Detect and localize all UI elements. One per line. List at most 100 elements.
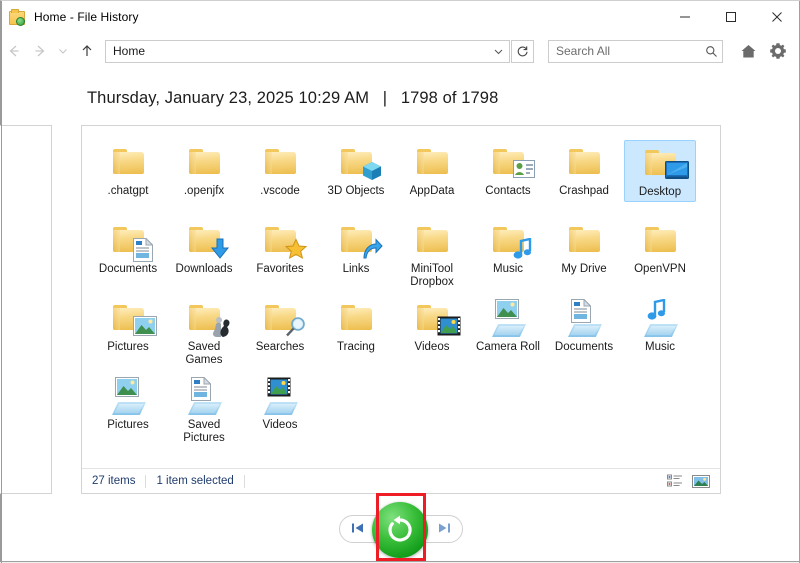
version-timestamp: Thursday, January 23, 2025 10:29 AM bbox=[87, 89, 369, 107]
file-item-inner[interactable]: .vscode bbox=[244, 140, 316, 200]
folder-icon bbox=[636, 221, 684, 261]
status-divider-2 bbox=[244, 475, 245, 488]
large-icons-view-icon[interactable] bbox=[688, 471, 714, 491]
file-item-inner[interactable]: Videos bbox=[244, 374, 316, 434]
file-item[interactable]: Searches bbox=[242, 292, 318, 370]
file-item-inner[interactable]: Favorites bbox=[244, 218, 316, 278]
status-divider bbox=[145, 475, 146, 488]
file-item-inner[interactable]: Crashpad bbox=[548, 140, 620, 200]
file-item-label: Saved Pictures bbox=[172, 419, 236, 445]
address-bar[interactable]: Home bbox=[105, 40, 510, 63]
file-item[interactable]: OpenVPN bbox=[622, 214, 698, 292]
file-item[interactable]: Music bbox=[470, 214, 546, 292]
details-view-icon[interactable] bbox=[662, 471, 688, 491]
file-item[interactable]: Pictures bbox=[90, 292, 166, 370]
file-item-inner[interactable]: Documents bbox=[92, 218, 164, 278]
file-item[interactable]: Favorites bbox=[242, 214, 318, 292]
back-arrow-icon[interactable] bbox=[1, 38, 27, 64]
file-item[interactable]: Downloads bbox=[166, 214, 242, 292]
forward-arrow-icon[interactable] bbox=[27, 38, 53, 64]
emblem-download-icon bbox=[209, 238, 229, 257]
file-item-inner[interactable]: Camera Roll bbox=[472, 296, 544, 356]
file-history-window: Home - File History Home bbox=[0, 0, 800, 562]
file-item[interactable]: AppData bbox=[394, 136, 470, 214]
folder-icon bbox=[484, 221, 532, 261]
address-chevron-down-icon[interactable] bbox=[487, 41, 509, 62]
file-item[interactable]: Documents bbox=[90, 214, 166, 292]
previous-version-icon[interactable] bbox=[350, 521, 366, 537]
search-box[interactable]: Search All bbox=[548, 40, 723, 63]
file-item[interactable]: Music bbox=[622, 292, 698, 370]
file-item-selected[interactable]: Desktop bbox=[624, 140, 696, 202]
minimize-button[interactable] bbox=[662, 1, 708, 33]
search-icon[interactable] bbox=[700, 45, 722, 58]
file-item-inner[interactable]: Links bbox=[320, 218, 392, 278]
file-item-inner[interactable]: .openjfx bbox=[168, 140, 240, 200]
item-count-label: 27 items bbox=[92, 475, 135, 487]
file-item-label: Searches bbox=[256, 341, 305, 354]
file-item-inner[interactable]: Downloads bbox=[168, 218, 240, 278]
file-item[interactable]: Videos bbox=[394, 292, 470, 370]
close-button[interactable] bbox=[754, 1, 800, 33]
file-item-label: Contacts bbox=[485, 185, 530, 198]
file-item[interactable]: 3D Objects bbox=[318, 136, 394, 214]
folder-icon bbox=[408, 299, 456, 339]
folder-icon bbox=[332, 143, 380, 183]
file-icon-grid[interactable]: .chatgpt.openjfx .vscode 3D Objects AppData… bbox=[82, 126, 720, 468]
file-item[interactable]: Camera Roll bbox=[470, 292, 546, 370]
file-item-inner[interactable]: Tracing bbox=[320, 296, 392, 356]
file-item-inner[interactable]: .chatgpt bbox=[92, 140, 164, 200]
toolbar-divider bbox=[1, 69, 800, 70]
file-item[interactable]: Crashpad bbox=[546, 136, 622, 214]
file-item-label: Pictures bbox=[107, 341, 149, 354]
file-item[interactable]: Saved Games bbox=[166, 292, 242, 370]
file-item-label: Documents bbox=[99, 263, 157, 276]
file-item[interactable]: Videos bbox=[242, 370, 318, 448]
file-item-inner[interactable]: AppData bbox=[396, 140, 468, 200]
file-item-inner[interactable]: 3D Objects bbox=[320, 140, 392, 200]
window-border-left bbox=[1, 1, 2, 563]
file-item[interactable]: Tracing bbox=[318, 292, 394, 370]
file-item[interactable]: Pictures bbox=[90, 370, 166, 448]
file-item[interactable]: .vscode bbox=[242, 136, 318, 214]
gear-icon[interactable] bbox=[765, 37, 791, 65]
file-item-inner[interactable]: Searches bbox=[244, 296, 316, 356]
file-item-inner[interactable]: Music bbox=[624, 296, 696, 356]
file-item-inner[interactable]: MiniTool Dropbox bbox=[396, 218, 468, 291]
emblem-note-icon bbox=[513, 238, 533, 257]
file-item-label: Tracing bbox=[337, 341, 375, 354]
refresh-button[interactable] bbox=[511, 40, 534, 63]
file-item-inner[interactable]: Saved Pictures bbox=[168, 374, 240, 447]
file-item-label: .vscode bbox=[260, 185, 300, 198]
file-item-inner[interactable]: Pictures bbox=[92, 374, 164, 434]
file-item[interactable]: Documents bbox=[546, 292, 622, 370]
file-item[interactable]: Saved Pictures bbox=[166, 370, 242, 448]
file-item-label: 3D Objects bbox=[328, 185, 385, 198]
file-item-label: Favorites bbox=[256, 263, 303, 276]
home-icon[interactable] bbox=[735, 37, 761, 65]
file-item-inner[interactable]: My Drive bbox=[548, 218, 620, 278]
file-item-inner[interactable]: Contacts bbox=[472, 140, 544, 200]
file-item[interactable]: Desktop bbox=[622, 136, 698, 214]
file-item-inner[interactable]: Documents bbox=[548, 296, 620, 356]
file-item-inner[interactable]: Pictures bbox=[92, 296, 164, 356]
history-chevron-down-icon[interactable] bbox=[53, 38, 73, 64]
emblem-photo-icon bbox=[495, 299, 521, 323]
search-input[interactable]: Search All bbox=[549, 44, 700, 58]
file-item-inner[interactable]: OpenVPN bbox=[624, 218, 696, 278]
file-item-inner[interactable]: Videos bbox=[396, 296, 468, 356]
file-list-pane: .chatgpt.openjfx .vscode 3D Objects AppData… bbox=[81, 125, 721, 494]
file-item-inner[interactable]: Music bbox=[472, 218, 544, 278]
folder-icon bbox=[332, 221, 380, 261]
file-item[interactable]: My Drive bbox=[546, 214, 622, 292]
file-item[interactable]: MiniTool Dropbox bbox=[394, 214, 470, 292]
file-item[interactable]: Links bbox=[318, 214, 394, 292]
up-arrow-icon[interactable] bbox=[75, 38, 99, 64]
maximize-button[interactable] bbox=[708, 1, 754, 33]
folder-icon bbox=[180, 221, 228, 261]
file-item[interactable]: .chatgpt bbox=[90, 136, 166, 214]
file-item[interactable]: .openjfx bbox=[166, 136, 242, 214]
next-version-icon[interactable] bbox=[436, 521, 452, 537]
file-item-inner[interactable]: Saved Games bbox=[168, 296, 240, 369]
file-item[interactable]: Contacts bbox=[470, 136, 546, 214]
